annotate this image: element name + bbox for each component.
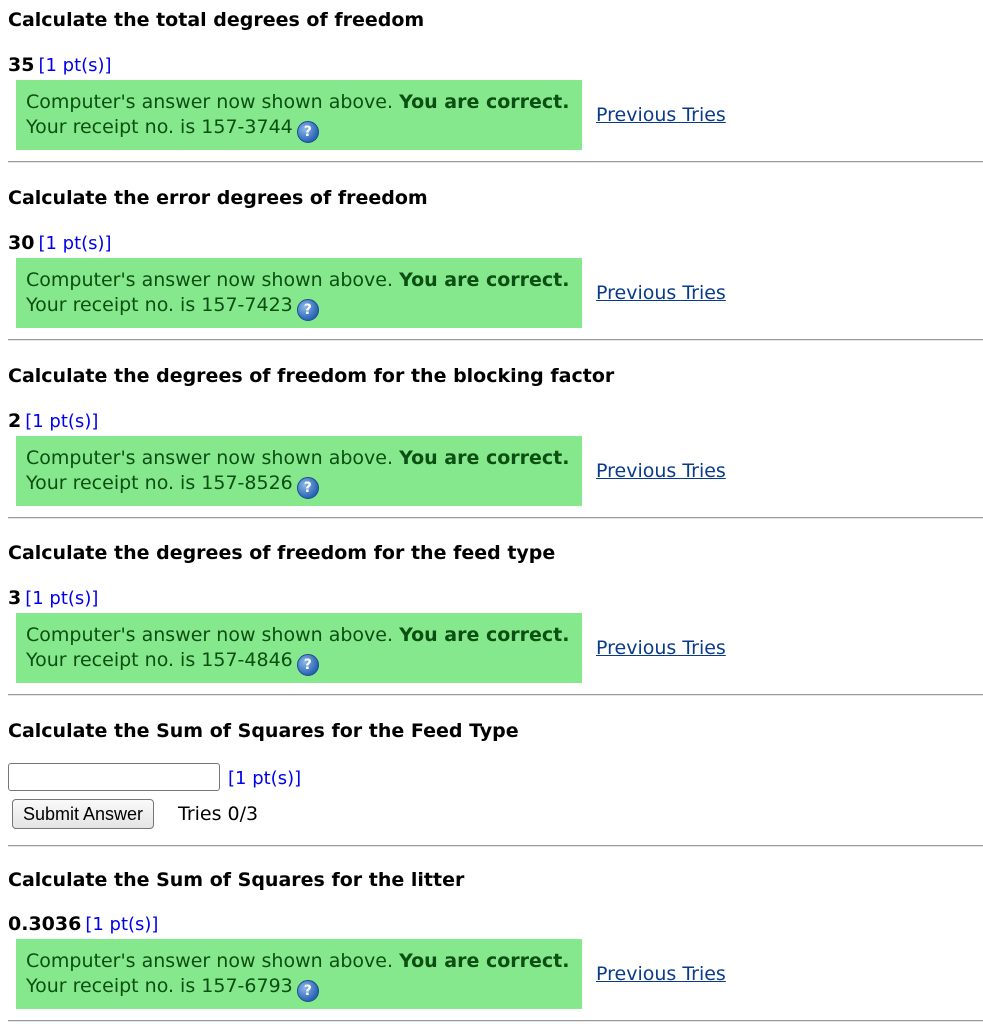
question-title: Calculate the Sum of Squares for the lit… <box>8 869 465 891</box>
answer-line: 0.3036 [1 pt(s)] <box>8 913 158 936</box>
feedback-correct: You are correct. <box>399 91 570 113</box>
correct-feedback-box: Computer's answer now shown above. You a… <box>16 258 582 328</box>
points-label: [1 pt(s)] <box>228 768 302 789</box>
feedback-message: Computer's answer now shown above. <box>26 950 394 972</box>
previous-tries-link[interactable]: Previous Tries <box>596 282 726 304</box>
correct-feedback-box: Computer's answer now shown above. You a… <box>16 80 582 150</box>
receipt-prefix: Your receipt no. is <box>26 116 196 138</box>
receipt-number: 157-3744 <box>201 116 293 138</box>
receipt-prefix: Your receipt no. is <box>26 472 196 494</box>
points-label: [1 pt(s)] <box>85 914 159 935</box>
divider <box>8 694 983 696</box>
answer-line: 30 [1 pt(s)] <box>8 232 112 255</box>
feedback-message: Computer's answer now shown above. <box>26 269 394 291</box>
previous-tries-link[interactable]: Previous Tries <box>596 104 726 126</box>
question-help-icon[interactable]: ? <box>296 980 319 1002</box>
feedback-correct: You are correct. <box>399 950 570 972</box>
correct-feedback-box: Computer's answer now shown above. You a… <box>16 939 582 1009</box>
question-help-icon[interactable]: ? <box>296 477 319 499</box>
receipt-number: 157-6793 <box>201 975 293 997</box>
answer-line: 3 [1 pt(s)] <box>8 587 98 610</box>
question-title: Calculate the Sum of Squares for the Fee… <box>8 720 519 742</box>
divider <box>8 845 983 847</box>
feedback-correct: You are correct. <box>399 447 570 469</box>
previous-tries-link[interactable]: Previous Tries <box>596 460 726 482</box>
points-label: [1 pt(s)] <box>25 411 99 432</box>
answer-line: 2 [1 pt(s)] <box>8 410 98 433</box>
question-title: Calculate the total degrees of freedom <box>8 9 425 31</box>
previous-tries-link[interactable]: Previous Tries <box>596 637 726 659</box>
answer-value: 2 <box>8 410 22 432</box>
question-title: Calculate the degrees of freedom for the… <box>8 365 615 387</box>
points-label: [1 pt(s)] <box>38 55 112 76</box>
points-label: [1 pt(s)] <box>25 588 99 609</box>
divider <box>8 1020 983 1022</box>
answer-value: 3 <box>8 587 22 609</box>
answer-input[interactable] <box>8 763 220 791</box>
receipt-prefix: Your receipt no. is <box>26 649 196 671</box>
answer-value: 30 <box>8 232 35 254</box>
question-help-icon[interactable]: ? <box>296 654 319 676</box>
divider <box>8 339 983 341</box>
receipt-number: 157-8526 <box>201 472 293 494</box>
feedback-correct: You are correct. <box>399 269 570 291</box>
feedback-message: Computer's answer now shown above. <box>26 91 394 113</box>
answer-value: 0.3036 <box>8 913 82 935</box>
feedback-message: Computer's answer now shown above. <box>26 447 394 469</box>
receipt-prefix: Your receipt no. is <box>26 975 196 997</box>
question-help-icon[interactable]: ? <box>296 299 319 321</box>
correct-feedback-box: Computer's answer now shown above. You a… <box>16 436 582 506</box>
divider <box>8 161 983 163</box>
correct-feedback-box: Computer's answer now shown above. You a… <box>16 613 582 683</box>
question-help-icon[interactable]: ? <box>296 121 319 143</box>
answer-value: 35 <box>8 54 35 76</box>
question-title: Calculate the error degrees of freedom <box>8 187 428 209</box>
receipt-prefix: Your receipt no. is <box>26 294 196 316</box>
feedback-correct: You are correct. <box>399 624 570 646</box>
divider <box>8 517 983 519</box>
previous-tries-link[interactable]: Previous Tries <box>596 963 726 985</box>
question-title: Calculate the degrees of freedom for the… <box>8 542 556 564</box>
receipt-number: 157-4846 <box>201 649 293 671</box>
receipt-number: 157-7423 <box>201 294 293 316</box>
points-label: [1 pt(s)] <box>38 233 112 254</box>
submit-answer-button[interactable]: Submit Answer <box>12 799 155 829</box>
feedback-message: Computer's answer now shown above. <box>26 624 394 646</box>
tries-counter: Tries 0/3 <box>178 803 259 825</box>
answer-line: 35 [1 pt(s)] <box>8 54 112 77</box>
